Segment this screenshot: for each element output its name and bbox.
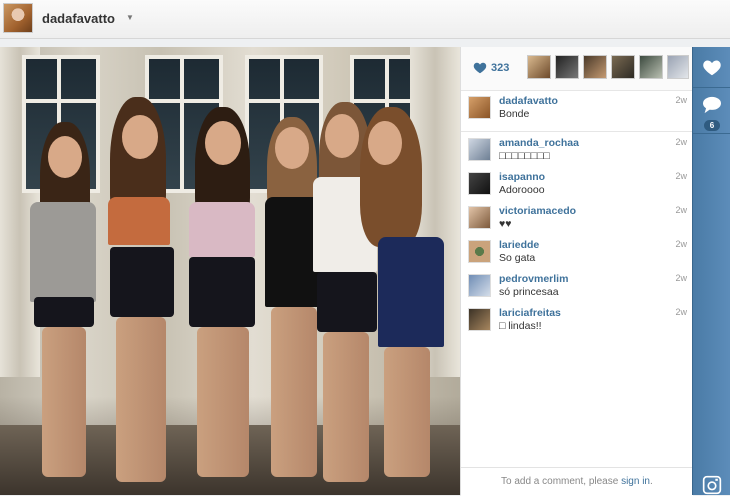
- commenter-avatar[interactable]: [468, 274, 491, 297]
- likes-bar: 323: [461, 47, 693, 91]
- heart-icon: [703, 60, 721, 76]
- liker-avatar[interactable]: [667, 55, 689, 79]
- comment-time: 2w: [675, 95, 687, 105]
- liker-avatar[interactable]: [555, 55, 579, 79]
- comment-time: 2w: [675, 273, 687, 283]
- chevron-down-icon[interactable]: ▼: [126, 13, 134, 22]
- liker-avatar[interactable]: [583, 55, 607, 79]
- comment-signin-prompt: To add a comment, please sign in.: [461, 467, 693, 496]
- commenter-avatar[interactable]: [468, 240, 491, 263]
- commenter-username[interactable]: victoriamacedo: [499, 205, 576, 217]
- commenter-username[interactable]: pedrovmerlim: [499, 273, 568, 285]
- comment-text: Adoroooo: [499, 184, 545, 196]
- owner-username[interactable]: dadafavatto: [42, 11, 115, 26]
- signin-prompt-text: To add a comment, please sign in.: [501, 476, 653, 487]
- comment-time: 2w: [675, 137, 687, 147]
- comment-text: ♥♥: [499, 218, 512, 230]
- action-rail: 6: [692, 47, 730, 495]
- liker-avatar[interactable]: [639, 55, 663, 79]
- comment-item: lariciafreitas □ lindas!! 2w: [461, 303, 693, 343]
- comment-time: 2w: [675, 205, 687, 215]
- commenter-avatar[interactable]: [468, 96, 491, 119]
- comment-count-badge: 6: [704, 120, 720, 131]
- heart-icon[interactable]: [473, 61, 487, 75]
- instagram-camera-icon[interactable]: [702, 475, 722, 495]
- owner-avatar[interactable]: [3, 3, 33, 33]
- comment-time: 2w: [675, 307, 687, 317]
- commenter-avatar[interactable]: [468, 172, 491, 195]
- commenter-avatar[interactable]: [468, 206, 491, 229]
- person: [90, 97, 185, 492]
- commenter-username[interactable]: amanda_rochaa: [499, 137, 579, 149]
- comment-item: dadafavatto Bonde 2w: [461, 91, 693, 132]
- comment-text: Bonde: [499, 108, 530, 120]
- signin-link[interactable]: sign in: [621, 476, 650, 487]
- comment-text: □ lindas!!: [499, 320, 542, 332]
- liker-avatar[interactable]: [611, 55, 635, 79]
- person: [350, 107, 450, 492]
- like-button[interactable]: [693, 47, 730, 88]
- commenter-avatar[interactable]: [468, 308, 491, 331]
- comment-text: □□□□□□□□: [499, 150, 550, 162]
- speech-bubble-icon: [703, 96, 721, 114]
- main-photo[interactable]: [0, 47, 460, 495]
- comments-panel: 323 dadafavatto Bonde 2w amanda_rochaa □…: [460, 47, 693, 496]
- commenter-username[interactable]: dadafavatto: [499, 95, 558, 107]
- comment-time: 2w: [675, 171, 687, 181]
- commenter-username[interactable]: lariciafreitas: [499, 307, 561, 319]
- top-bar: dadafavatto ▼: [0, 0, 730, 39]
- comment-text: So gata: [499, 252, 536, 264]
- commenter-username[interactable]: lariedde: [499, 239, 539, 251]
- commenter-avatar[interactable]: [468, 138, 491, 161]
- commenter-username[interactable]: isapanno: [499, 171, 545, 183]
- liker-avatar[interactable]: [527, 55, 551, 79]
- like-count[interactable]: 323: [491, 62, 509, 74]
- comment-time: 2w: [675, 239, 687, 249]
- comment-text: só princesaa: [499, 286, 559, 298]
